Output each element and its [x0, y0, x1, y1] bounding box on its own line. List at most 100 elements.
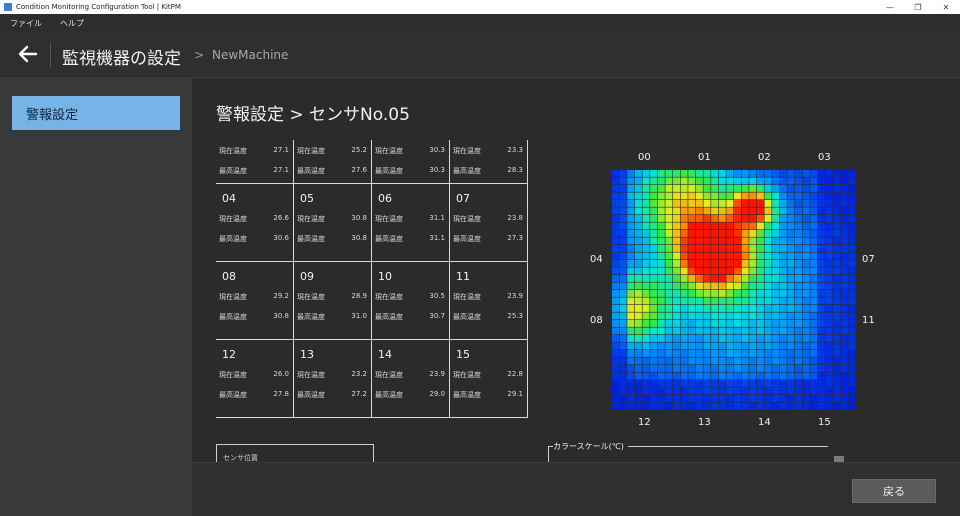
max-temp-label: 最高温度 [297, 313, 325, 321]
sensor-cell[interactable]: 現在温度 23.3 最高温度 28.3 [450, 140, 528, 184]
current-temp-value: 26.6 [273, 214, 289, 222]
sensor-cell[interactable]: 12 現在温度 26.0 最高温度 27.8 [216, 340, 294, 418]
current-temp-label: 現在温度 [375, 147, 403, 155]
breadcrumb-separator: > [194, 48, 205, 62]
current-temp-value: 23.9 [429, 370, 445, 378]
sensor-number: 10 [378, 270, 392, 283]
page-title: 警報設定 > センサNo.05 [216, 105, 410, 125]
max-temp-value: 25.3 [507, 312, 523, 320]
color-scale-group: カラースケール(℃) [548, 441, 828, 462]
max-temp-value: 31.1 [429, 234, 445, 242]
heatmap-label-07: 07 [862, 254, 875, 265]
heatmap-label-12: 12 [638, 417, 651, 428]
close-button[interactable]: ✕ [932, 0, 960, 14]
max-temp-label: 最高温度 [297, 235, 325, 243]
max-temp-label: 最高温度 [453, 313, 481, 321]
sensor-cell[interactable]: 04 現在温度 26.6 最高温度 30.6 [216, 184, 294, 262]
sensor-cell[interactable]: 現在温度 27.1 最高温度 27.1 [216, 140, 294, 184]
sensor-number: 04 [222, 192, 236, 205]
max-temp-value: 27.6 [351, 166, 367, 174]
sensor-number: 06 [378, 192, 392, 205]
sensor-number: 09 [300, 270, 314, 283]
menu-bar: ファイル ヘルプ [0, 14, 960, 32]
max-temp-label: 最高温度 [453, 167, 481, 175]
max-temp-label: 最高温度 [297, 167, 325, 175]
menu-help[interactable]: ヘルプ [60, 18, 84, 29]
current-temp-value: 23.9 [507, 292, 523, 300]
heatmap-label-13: 13 [698, 417, 711, 428]
current-temp-value: 28.9 [351, 292, 367, 300]
max-temp-label: 最高温度 [219, 391, 247, 399]
sensor-cell[interactable]: 09 現在温度 28.9 最高温度 31.0 [294, 262, 372, 340]
sidebar-item-alarm-settings[interactable]: 警報設定 [12, 96, 180, 130]
current-temp-value: 27.1 [273, 146, 289, 154]
color-scale-label: カラースケール(℃) [553, 441, 628, 452]
heatmap-label-08: 08 [590, 315, 603, 326]
minimize-button[interactable]: — [876, 0, 904, 14]
current-temp-value: 30.8 [351, 214, 367, 222]
max-temp-label: 最高温度 [219, 167, 247, 175]
back-arrow-icon[interactable] [16, 41, 40, 67]
sensor-cell[interactable]: 08 現在温度 29.2 最高温度 30.8 [216, 262, 294, 340]
sensor-cell[interactable]: 06 現在温度 31.1 最高温度 31.1 [372, 184, 450, 262]
maximize-button[interactable]: ❐ [904, 0, 932, 14]
max-temp-value: 27.2 [351, 390, 367, 398]
footer: 戻る [192, 462, 960, 516]
current-temp-label: 現在温度 [375, 215, 403, 223]
sensor-cell[interactable]: 現在温度 25.2 最高温度 27.6 [294, 140, 372, 184]
max-temp-value: 30.6 [273, 234, 289, 242]
max-temp-value: 29.1 [507, 390, 523, 398]
current-temp-label: 現在温度 [297, 147, 325, 155]
heatmap-label-14: 14 [758, 417, 771, 428]
back-button[interactable]: 戻る [852, 479, 936, 503]
sensor-grid: 現在温度 27.1 最高温度 27.1 現在温度 25.2 最高温度 27.6 現在温度 30.3… [216, 140, 530, 424]
current-temp-label: 現在温度 [219, 215, 247, 223]
max-temp-label: 最高温度 [453, 235, 481, 243]
current-temp-label: 現在温度 [219, 293, 247, 301]
current-temp-label: 現在温度 [219, 371, 247, 379]
current-temp-label: 現在温度 [297, 293, 325, 301]
sensor-cell[interactable]: 05 現在温度 30.8 最高温度 30.8 [294, 184, 372, 262]
sensor-number: 07 [456, 192, 470, 205]
heatmap-label-02: 02 [758, 152, 771, 163]
sensor-cell[interactable]: 11 現在温度 23.9 最高温度 25.3 [450, 262, 528, 340]
max-temp-label: 最高温度 [453, 391, 481, 399]
sensor-cell[interactable]: 07 現在温度 23.8 最高温度 27.3 [450, 184, 528, 262]
sensor-number: 12 [222, 348, 236, 361]
sensor-number: 11 [456, 270, 470, 283]
max-temp-value: 30.8 [273, 312, 289, 320]
max-temp-value: 27.8 [273, 390, 289, 398]
heatmap-label-03: 03 [818, 152, 831, 163]
current-temp-value: 30.5 [429, 292, 445, 300]
max-temp-value: 29.0 [429, 390, 445, 398]
sensor-cell[interactable]: 15 現在温度 22.8 最高温度 29.1 [450, 340, 528, 418]
max-temp-value: 27.3 [507, 234, 523, 242]
current-temp-label: 現在温度 [375, 293, 403, 301]
max-temp-label: 最高温度 [375, 391, 403, 399]
current-temp-label: 現在温度 [453, 215, 481, 223]
current-temp-value: 25.2 [351, 146, 367, 154]
max-temp-value: 31.0 [351, 312, 367, 320]
current-temp-label: 現在温度 [219, 147, 247, 155]
sensor-cell[interactable]: 14 現在温度 23.9 最高温度 29.0 [372, 340, 450, 418]
sensor-cell[interactable]: 現在温度 30.3 最高温度 30.3 [372, 140, 450, 184]
sensor-cell[interactable]: 10 現在温度 30.5 最高温度 30.7 [372, 262, 450, 340]
heatmap-label-11: 11 [862, 315, 875, 326]
sensor-number: 08 [222, 270, 236, 283]
current-temp-label: 現在温度 [453, 293, 481, 301]
current-temp-label: 現在温度 [297, 215, 325, 223]
heatmap-label-00: 00 [638, 152, 651, 163]
max-temp-value: 30.3 [429, 166, 445, 174]
header-title: 監視機器の設定 [62, 49, 181, 69]
sensor-cell[interactable]: 13 現在温度 23.2 最高温度 27.2 [294, 340, 372, 418]
heatmap-label-15: 15 [818, 417, 831, 428]
menu-file[interactable]: ファイル [10, 18, 42, 29]
max-temp-label: 最高温度 [219, 235, 247, 243]
max-temp-value: 27.1 [273, 166, 289, 174]
current-temp-value: 31.1 [429, 214, 445, 222]
current-temp-value: 23.3 [507, 146, 523, 154]
sidebar: 警報設定 [0, 78, 192, 516]
heatmap-label-04: 04 [590, 254, 603, 265]
max-temp-value: 30.8 [351, 234, 367, 242]
sensor-number: 15 [456, 348, 470, 361]
